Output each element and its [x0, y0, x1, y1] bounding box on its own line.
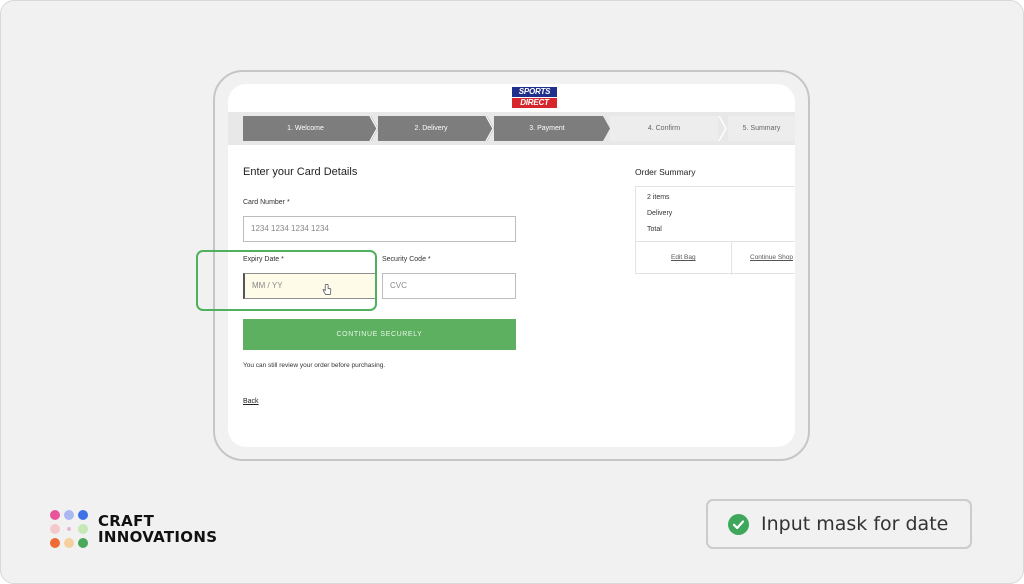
edit-bag-link[interactable]: Edit Bag	[671, 254, 696, 261]
brand-name-line-2: INNOVATIONS	[98, 528, 218, 546]
order-summary-total: Total	[647, 226, 662, 233]
checkout-steps: 1. Welcome 2. Delivery 3. Payment 4. Con…	[243, 116, 795, 141]
logo-dot	[78, 538, 88, 548]
step-chevron-icon	[718, 116, 727, 141]
order-summary-divider	[636, 241, 795, 242]
logo-dot	[78, 510, 88, 520]
order-summary-items: 2 items	[647, 194, 670, 201]
logo-line-2: DIRECT	[512, 98, 557, 108]
sports-direct-logo[interactable]: SPORTS DIRECT	[512, 87, 557, 108]
card-details-heading: Enter your Card Details	[243, 166, 358, 178]
step-welcome: 1. Welcome	[243, 116, 368, 141]
logo-dot	[64, 538, 74, 548]
order-summary-panel: 2 items Delivery Total Edit Bag Continue…	[635, 186, 795, 275]
card-number-label: Card Number *	[243, 199, 290, 206]
logo-dot	[50, 524, 60, 534]
step-delivery: 2. Delivery	[378, 116, 484, 141]
logo-dot	[50, 510, 60, 520]
continue-securely-button[interactable]: CONTINUE SECURELY	[243, 319, 516, 350]
feature-badge: Input mask for date	[706, 499, 972, 549]
continue-shopping-link[interactable]: Continue Shop	[750, 254, 793, 261]
step-payment: 3. Payment	[494, 116, 600, 141]
logo-dot	[78, 524, 88, 534]
step-summary: 5. Summary	[728, 116, 795, 141]
feature-badge-text: Input mask for date	[761, 513, 949, 535]
order-summary-delivery: Delivery	[647, 210, 673, 217]
order-summary-heading: Order Summary	[635, 167, 696, 177]
step-chevron-icon	[600, 116, 610, 141]
order-summary-vertical-divider	[731, 242, 732, 275]
step-confirm: 4. Confirm	[610, 116, 718, 141]
craft-innovations-logo: CRAFT INNOVATIONS	[50, 508, 250, 550]
review-note: You can still review your order before p…	[243, 362, 386, 369]
card-number-input[interactable]: 1234 1234 1234 1234	[243, 216, 516, 242]
check-circle-icon	[728, 514, 749, 535]
logo-dot	[64, 510, 74, 520]
logo-dot	[67, 527, 71, 531]
logo-line-1: SPORTS	[512, 87, 557, 97]
logo-dot	[50, 538, 60, 548]
expiry-highlight-box	[196, 250, 377, 311]
step-chevron-icon	[484, 116, 494, 141]
security-code-label: Security Code *	[382, 256, 431, 263]
step-chevron-icon	[368, 116, 378, 141]
back-link[interactable]: Back	[243, 398, 259, 405]
security-code-input[interactable]: CVC	[382, 273, 516, 299]
